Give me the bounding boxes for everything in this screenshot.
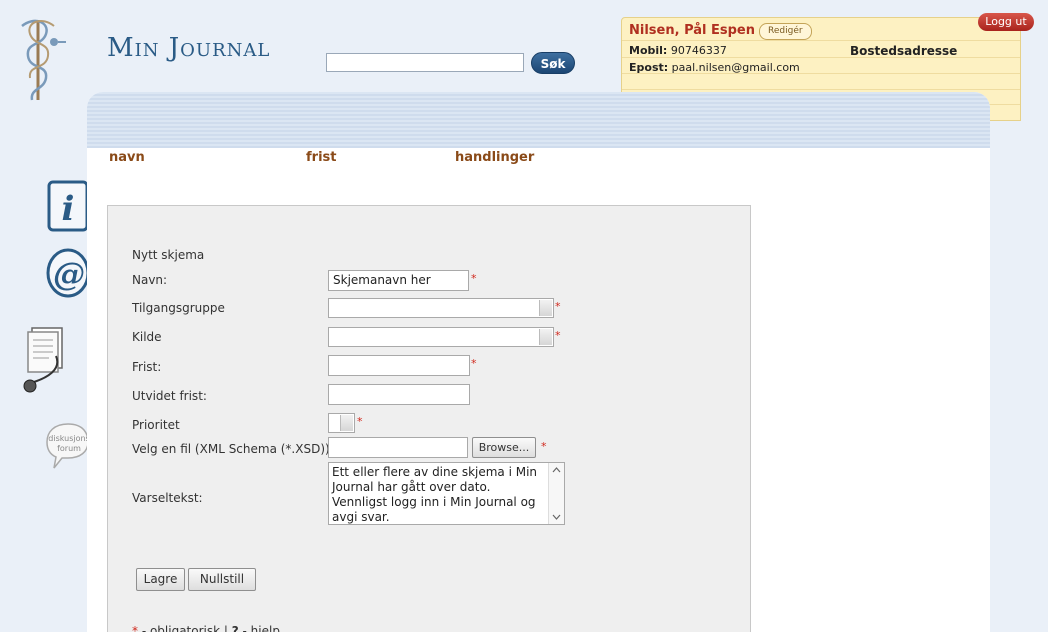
document-stethoscope-icon[interactable] [22, 326, 72, 401]
address-label: Bostedsadresse [850, 44, 958, 58]
name-label: Navn: [132, 273, 168, 287]
main-panel: navn frist handlinger Nytt skjema Navn: … [87, 92, 990, 632]
legend-required-text: - obligatorisk | [138, 624, 232, 632]
name-input[interactable]: Skjemanavn her [328, 270, 469, 291]
source-label: Kilde [132, 330, 162, 344]
caduceus-logo-icon [8, 12, 68, 110]
site-title[interactable]: Min Journal [107, 33, 270, 63]
dropdown-arrow-icon[interactable] [539, 329, 552, 345]
access-group-select[interactable] [328, 298, 554, 318]
required-marker: * [555, 300, 561, 313]
file-label: Velg en fil (XML Schema (*.XSD)) [132, 442, 330, 456]
priority-select[interactable] [328, 413, 355, 433]
save-button[interactable]: Lagre [136, 568, 185, 591]
notice-text: Ett eller flere av dine skjema i Min Jou… [332, 465, 538, 524]
form-legend: * - obligatorisk | ? - hjelp [132, 624, 280, 632]
access-group-label: Tilgangsgruppe [132, 301, 225, 315]
search-button[interactable]: Søk [531, 52, 575, 74]
source-select[interactable] [328, 327, 554, 347]
forum-bubble-icon[interactable]: diskusjons forum [44, 420, 90, 475]
required-marker: * [541, 440, 547, 453]
search-input[interactable] [326, 53, 524, 72]
deadline-label: Frist: [132, 360, 162, 374]
column-header-actions[interactable]: handlinger [455, 150, 534, 165]
mobile-label: Mobil: [629, 44, 668, 57]
logout-button[interactable]: Logg ut [978, 13, 1034, 31]
email-label: Epost: [629, 61, 669, 74]
email-at-icon[interactable]: @ [45, 248, 91, 301]
mobile-row: Mobil: 90746337 [629, 44, 727, 57]
form-title: Nytt skjema [132, 248, 205, 262]
extended-deadline-input[interactable] [328, 384, 470, 405]
new-form-panel: Nytt skjema Navn: Skjemanavn her * Tilga… [107, 205, 751, 632]
svg-text:@: @ [53, 255, 85, 293]
notice-label: Varseltekst: [132, 491, 203, 505]
priority-label: Prioritet [132, 418, 180, 432]
reset-button[interactable]: Nullstill [188, 568, 256, 591]
deadline-input[interactable] [328, 355, 470, 376]
extended-deadline-label: Utvidet frist: [132, 389, 207, 403]
dropdown-arrow-icon[interactable] [340, 415, 353, 431]
required-marker: * [555, 329, 561, 342]
edit-profile-button[interactable]: Redigér [759, 23, 812, 40]
dropdown-arrow-icon[interactable] [539, 300, 552, 316]
legend-help-text: - hjelp [238, 624, 280, 632]
mobile-value: 90746337 [670, 44, 727, 57]
column-header-deadline[interactable]: frist [306, 150, 336, 165]
svg-text:i: i [62, 189, 75, 229]
info-icon[interactable]: i [47, 180, 89, 235]
svg-text:diskusjons: diskusjons [48, 434, 89, 443]
user-name: Nilsen, Pål Espen [629, 23, 755, 38]
notice-textarea[interactable]: Ett eller flere av dine skjema i Min Jou… [328, 462, 565, 525]
legend-help-mark[interactable]: ? [232, 624, 239, 632]
panel-header-band [87, 92, 990, 148]
email-row: Epost: paal.nilsen@gmail.com [629, 61, 800, 74]
column-header-name[interactable]: navn [109, 150, 145, 165]
required-marker: * [471, 272, 477, 285]
email-value: paal.nilsen@gmail.com [671, 61, 800, 74]
file-path-input[interactable] [328, 437, 468, 458]
browse-button[interactable]: Browse... [472, 437, 536, 458]
textarea-scrollbar[interactable] [548, 463, 564, 524]
required-marker: * [357, 415, 363, 428]
required-marker: * [471, 357, 477, 370]
svg-text:forum: forum [57, 444, 81, 453]
